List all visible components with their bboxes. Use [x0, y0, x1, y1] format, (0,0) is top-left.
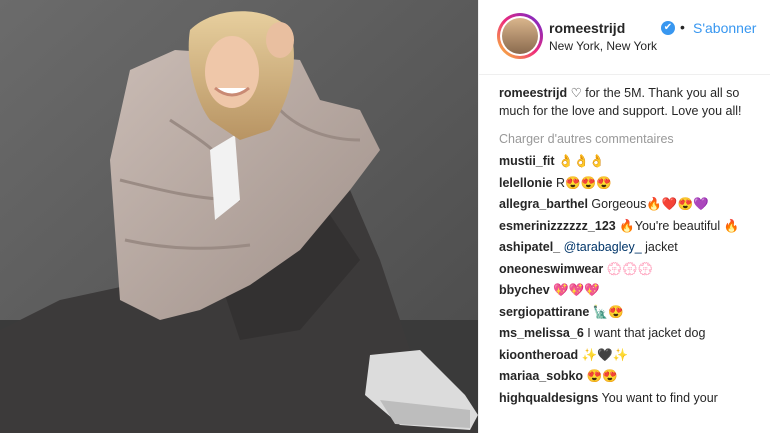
comment-username[interactable]: highqualdesigns — [499, 391, 598, 405]
comment-username[interactable]: ms_melissa_6 — [499, 326, 584, 340]
comment-username[interactable]: lelellonie — [499, 176, 553, 190]
separator-dot: • — [680, 19, 685, 35]
comment-text: Gorgeous🔥❤️😍💜 — [591, 197, 709, 211]
comment-username[interactable]: sergiopattirane — [499, 305, 589, 319]
comment-row: mariaa_sobko 😍😍 — [499, 367, 761, 389]
comment-row: lelellonie R😍😍😍 — [499, 174, 761, 196]
comments-section: romeestrijd ♡ for the 5M. Thank you all … — [499, 84, 761, 410]
comment-row: bbychev 💖💖💖 — [499, 281, 761, 303]
post-image — [0, 0, 478, 433]
comment-row: sergiopattirane 🗽😍 — [499, 303, 761, 325]
comment-username[interactable]: oneoneswimwear — [499, 262, 603, 276]
comment-row: allegra_barthel Gorgeous🔥❤️😍💜 — [499, 195, 761, 217]
comment-text: ✨🖤✨ — [581, 347, 629, 362]
comment-text: R😍😍😍 — [555, 175, 612, 190]
comment-text: 👌👌👌 — [558, 154, 605, 168]
post-caption: romeestrijd ♡ for the 5M. Thank you all … — [499, 84, 761, 120]
follow-button[interactable]: S'abonner — [693, 20, 756, 36]
comment-username[interactable]: mariaa_sobko — [499, 369, 583, 383]
comment-text: You want to find your — [601, 390, 718, 405]
comment-row: ms_melissa_6 I want that jacket dog — [499, 324, 761, 346]
post-photo[interactable] — [0, 0, 478, 433]
post-header: romeestrijd ✔ • S'abonner New York, New … — [479, 0, 770, 75]
comment-username[interactable]: allegra_barthel — [499, 197, 588, 211]
username-link[interactable]: romeestrijd — [549, 20, 625, 36]
comment-text: 💖💖💖 — [553, 283, 600, 297]
comment-username[interactable]: bbychev — [499, 283, 550, 297]
comment-username[interactable]: kioontheroad — [499, 348, 578, 362]
comment-row: oneoneswimwear 💮💮💮 — [499, 260, 761, 282]
comment-row: highqualdesigns You want to find your — [499, 389, 761, 411]
load-more-comments-button[interactable]: Charger d'autres commentaires — [499, 130, 761, 148]
comment-text: 🔥You're beautiful 🔥 — [619, 218, 740, 233]
comment-text: 💮💮💮 — [606, 261, 654, 276]
comment-row: esmerinizzzzzz_123 🔥You're beautiful 🔥 — [499, 217, 761, 239]
comment-text: 🗽😍 — [592, 304, 624, 319]
comment-username[interactable]: esmerinizzzzzz_123 — [499, 219, 616, 233]
avatar[interactable] — [497, 13, 543, 59]
comment-row: kioontheroad ✨🖤✨ — [499, 346, 761, 368]
post-details-panel: romeestrijd ✔ • S'abonner New York, New … — [478, 0, 770, 433]
comment-username[interactable]: mustii_fit — [499, 154, 555, 168]
comment-row: mustii_fit 👌👌👌 — [499, 152, 761, 174]
comment-row: ashipatel_ @tarabagley_ jacket — [499, 238, 761, 260]
comment-text: I want that jacket dog — [587, 326, 706, 340]
comment-text: 😍😍 — [586, 369, 618, 383]
location-link[interactable]: New York, New York — [549, 39, 657, 53]
comment-username[interactable]: ashipatel_ — [499, 240, 560, 254]
comment-text: jacket — [641, 240, 678, 254]
verified-badge-icon: ✔ — [661, 21, 675, 35]
caption-username[interactable]: romeestrijd — [499, 86, 567, 100]
comment-mention-link[interactable]: @tarabagley_ — [564, 240, 642, 254]
